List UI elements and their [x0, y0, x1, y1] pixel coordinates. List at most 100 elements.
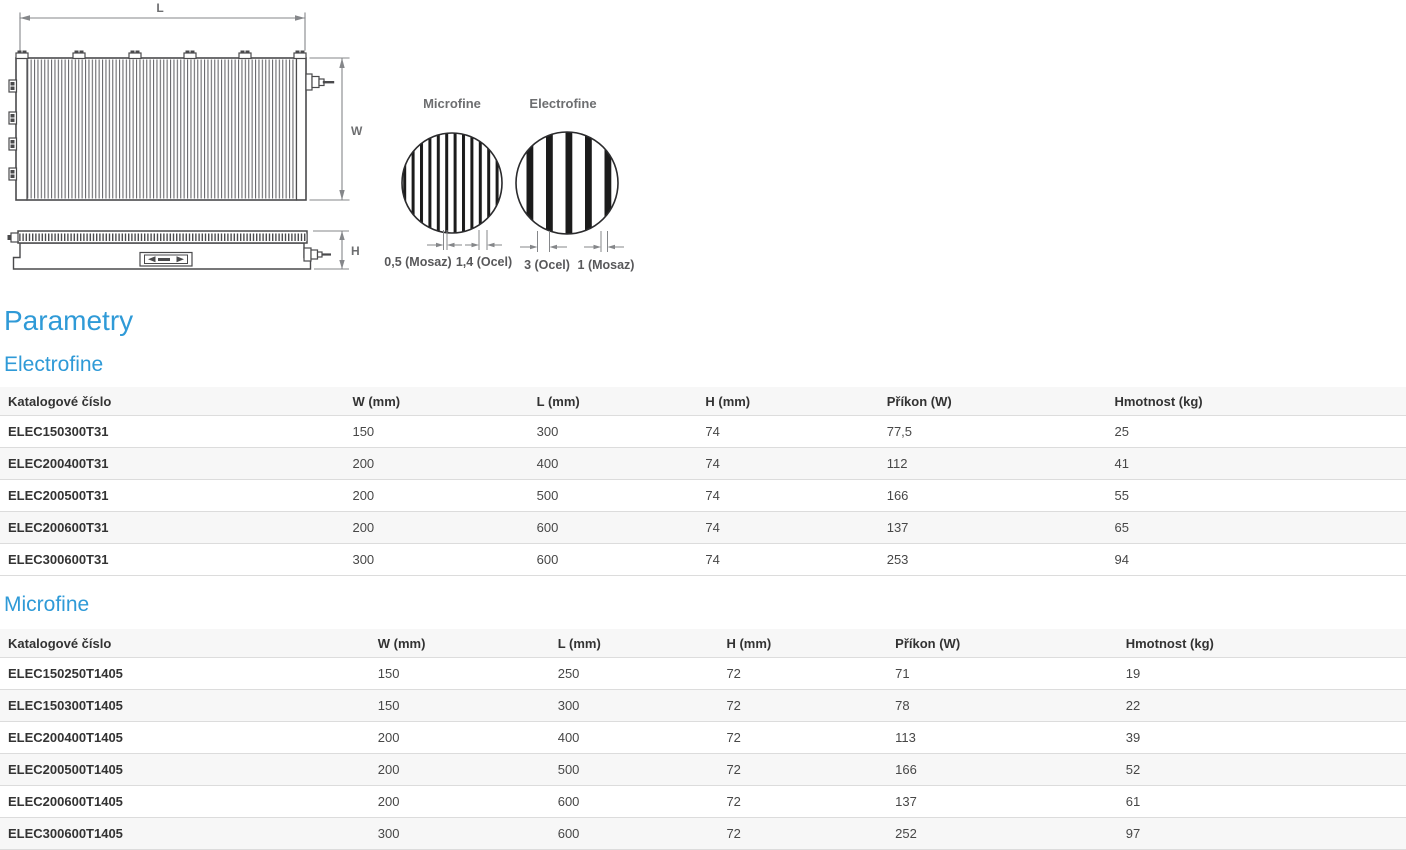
- microfine-brass-pitch-label: 0,5 (Mosaz): [384, 255, 451, 269]
- table-row: ELEC200500T14052005007216652: [0, 754, 1406, 786]
- value-cell: 78: [887, 690, 1118, 722]
- value-cell: 72: [718, 754, 887, 786]
- value-cell: 72: [718, 818, 887, 850]
- value-cell: 400: [550, 722, 719, 754]
- dimension-label-l: L: [156, 1, 163, 15]
- pole-detail-microfine: Microfine 0,5 (Mosaz) 1,4 (Ocel): [384, 96, 512, 269]
- column-header: Příkon (W): [879, 387, 1107, 416]
- value-cell: 65: [1106, 512, 1406, 544]
- catalog-number-cell: ELEC150300T1405: [0, 690, 370, 722]
- value-cell: 150: [370, 690, 550, 722]
- column-header: Příkon (W): [887, 629, 1118, 658]
- value-cell: 137: [879, 512, 1107, 544]
- column-header: Hmotnost (kg): [1106, 387, 1406, 416]
- value-cell: 74: [697, 512, 878, 544]
- value-cell: 113: [887, 722, 1118, 754]
- value-cell: 200: [344, 512, 528, 544]
- value-cell: 400: [529, 448, 698, 480]
- value-cell: 55: [1106, 480, 1406, 512]
- value-cell: 137: [887, 786, 1118, 818]
- value-cell: 72: [718, 786, 887, 818]
- value-cell: 52: [1118, 754, 1406, 786]
- value-cell: 61: [1118, 786, 1406, 818]
- catalog-number-cell: ELEC200400T31: [0, 448, 344, 480]
- section-title-microfine: Microfine: [4, 593, 1406, 617]
- electrofine-brass-pitch-label: 1 (Mosaz): [578, 258, 635, 272]
- table-row: ELEC150300T1405150300727822: [0, 690, 1406, 722]
- value-cell: 500: [529, 480, 698, 512]
- table-row: ELEC200400T312004007411241: [0, 448, 1406, 480]
- table-row: ELEC200600T312006007413765: [0, 512, 1406, 544]
- dimension-label-h: H: [351, 244, 360, 258]
- magnetic-chuck-diagram: L: [0, 0, 660, 295]
- technical-drawing: L: [0, 0, 660, 295]
- value-cell: 300: [344, 544, 528, 576]
- value-cell: 200: [370, 722, 550, 754]
- value-cell: 72: [718, 722, 887, 754]
- value-cell: 72: [718, 658, 887, 690]
- column-header: Katalogové číslo: [0, 629, 370, 658]
- value-cell: 600: [550, 818, 719, 850]
- electrofine-steel-pitch-label: 3 (Ocel): [524, 258, 570, 272]
- value-cell: 19: [1118, 658, 1406, 690]
- value-cell: 166: [879, 480, 1107, 512]
- value-cell: 252: [887, 818, 1118, 850]
- table-header-row: Katalogové čísloW (mm)L (mm)H (mm)Příkon…: [0, 387, 1406, 416]
- value-cell: 600: [529, 512, 698, 544]
- value-cell: 253: [879, 544, 1107, 576]
- catalog-number-cell: ELEC200500T1405: [0, 754, 370, 786]
- value-cell: 200: [370, 786, 550, 818]
- value-cell: 41: [1106, 448, 1406, 480]
- section-title-electrofine: Electrofine: [4, 353, 1406, 377]
- catalog-number-cell: ELEC200600T1405: [0, 786, 370, 818]
- table-row: ELEC200500T312005007416655: [0, 480, 1406, 512]
- microfine-steel-pitch-label: 1,4 (Ocel): [456, 255, 512, 269]
- table-row: ELEC300600T14053006007225297: [0, 818, 1406, 850]
- column-header: H (mm): [718, 629, 887, 658]
- column-header: Katalogové číslo: [0, 387, 344, 416]
- value-cell: 97: [1118, 818, 1406, 850]
- cable-connector-side-view: [304, 248, 331, 261]
- value-cell: 200: [344, 448, 528, 480]
- value-cell: 94: [1106, 544, 1406, 576]
- value-cell: 300: [529, 416, 698, 448]
- value-cell: 166: [887, 754, 1118, 786]
- column-header: W (mm): [370, 629, 550, 658]
- value-cell: 22: [1118, 690, 1406, 722]
- catalog-number-cell: ELEC200600T31: [0, 512, 344, 544]
- catalog-number-cell: ELEC300600T1405: [0, 818, 370, 850]
- column-header: L (mm): [529, 387, 698, 416]
- value-cell: 74: [697, 480, 878, 512]
- value-cell: 77,5: [879, 416, 1107, 448]
- value-cell: 200: [370, 754, 550, 786]
- catalog-number-cell: ELEC200400T1405: [0, 722, 370, 754]
- value-cell: 300: [370, 818, 550, 850]
- value-cell: 200: [344, 480, 528, 512]
- value-cell: 300: [550, 690, 719, 722]
- electrofine-params-table: Katalogové čísloW (mm)L (mm)H (mm)Příkon…: [0, 387, 1406, 576]
- value-cell: 39: [1118, 722, 1406, 754]
- value-cell: 500: [550, 754, 719, 786]
- table-row: ELEC150300T311503007477,525: [0, 416, 1406, 448]
- top-view-drawing: L: [9, 1, 363, 200]
- catalog-number-cell: ELEC150300T31: [0, 416, 344, 448]
- cable-connector-top-view: [306, 74, 333, 90]
- electrofine-detail-title: Electrofine: [529, 96, 596, 111]
- value-cell: 112: [879, 448, 1107, 480]
- value-cell: 600: [529, 544, 698, 576]
- microfine-detail-title: Microfine: [423, 96, 481, 111]
- value-cell: 25: [1106, 416, 1406, 448]
- table-row: ELEC200400T14052004007211339: [0, 722, 1406, 754]
- value-cell: 71: [887, 658, 1118, 690]
- value-cell: 72: [718, 690, 887, 722]
- pole-detail-electrofine: Electrofine 3 (Ocel) 1 (Mosaz): [516, 96, 634, 272]
- table-row: ELEC200600T14052006007213761: [0, 786, 1406, 818]
- column-header: Hmotnost (kg): [1118, 629, 1406, 658]
- column-header: L (mm): [550, 629, 719, 658]
- nameplate: [140, 253, 192, 267]
- catalog-number-cell: ELEC200500T31: [0, 480, 344, 512]
- table-row: ELEC150250T1405150250727119: [0, 658, 1406, 690]
- side-view-drawing: H: [8, 231, 360, 269]
- value-cell: 74: [697, 544, 878, 576]
- dimension-label-w: W: [351, 124, 363, 138]
